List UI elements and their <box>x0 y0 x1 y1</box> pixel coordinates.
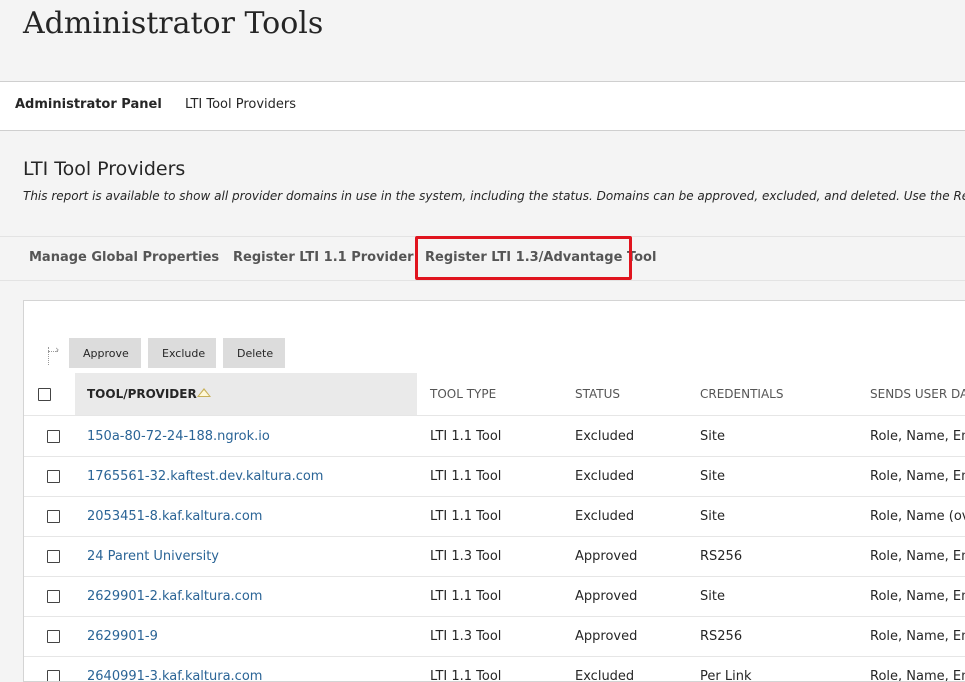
exclude-button[interactable]: Exclude <box>148 338 216 368</box>
provider-link[interactable]: 2640991-3.kaf.kaltura.com <box>87 669 262 681</box>
register-lti-13-advantage-tool-button[interactable]: Register LTI 1.3/Advantage Tool <box>425 250 656 265</box>
status-cell: Excluded <box>575 669 635 682</box>
provider-link[interactable]: 1765561-32.kaftest.dev.kaltura.com <box>87 469 323 484</box>
tool-type-cell: LTI 1.3 Tool <box>430 549 502 564</box>
tool-type-cell: LTI 1.3 Tool <box>430 629 502 644</box>
tool-type-cell: LTI 1.1 Tool <box>430 429 502 444</box>
column-header-credentials[interactable]: CREDENTIALS <box>700 387 783 401</box>
credentials-cell: Site <box>700 469 725 484</box>
credentials-cell: RS256 <box>700 549 743 564</box>
provider-link[interactable]: 24 Parent University <box>87 549 219 564</box>
sort-ascending-icon <box>197 388 211 397</box>
table-row: 1765561-32.kaftest.dev.kaltura.com LTI 1… <box>24 456 965 497</box>
status-cell: Approved <box>575 629 638 644</box>
tool-type-cell: LTI 1.1 Tool <box>430 669 502 682</box>
credentials-cell: Per Link <box>700 669 752 682</box>
status-cell: Excluded <box>575 469 635 484</box>
breadcrumb-current: LTI Tool Providers <box>185 97 297 112</box>
status-cell: Excluded <box>575 509 635 524</box>
section-description: This report is available to show all pro… <box>23 189 965 203</box>
manage-global-properties-button[interactable]: Manage Global Properties <box>29 250 219 265</box>
table-row: 24 Parent University LTI 1.3 Tool Approv… <box>24 536 965 577</box>
credentials-cell: Site <box>700 509 725 524</box>
sends-user-data-cell: Role, Name, Em <box>870 669 965 682</box>
credentials-cell: Site <box>700 429 725 444</box>
credentials-cell: RS256 <box>700 629 743 644</box>
providers-panel: › Approve Exclude Delete TOOL/PROVIDER T… <box>23 300 965 682</box>
table-row: 2629901-9 LTI 1.3 Tool Approved RS256 Ro… <box>24 616 965 657</box>
sends-user-data-cell: Role, Name, Em <box>870 469 965 484</box>
column-header-tool-provider[interactable]: TOOL/PROVIDER <box>75 373 417 415</box>
table-row: 2629901-2.kaf.kaltura.com LTI 1.1 Tool A… <box>24 576 965 617</box>
bulk-action-arrow-icon: › <box>44 343 62 367</box>
provider-link[interactable]: 2053451-8.kaf.kaltura.com <box>87 509 262 524</box>
approve-button[interactable]: Approve <box>69 338 141 368</box>
provider-link[interactable]: 2629901-9 <box>87 629 158 644</box>
action-bar: Manage Global Properties Register LTI 1.… <box>0 236 965 281</box>
table-row: 2640991-3.kaf.kaltura.com LTI 1.1 Tool E… <box>24 656 965 682</box>
sends-user-data-cell: Role, Name, Em <box>870 589 965 604</box>
provider-link[interactable]: 2629901-2.kaf.kaltura.com <box>87 589 262 604</box>
row-checkbox[interactable] <box>47 670 60 681</box>
table-row: 2053451-8.kaf.kaltura.com LTI 1.1 Tool E… <box>24 496 965 537</box>
delete-button[interactable]: Delete <box>223 338 285 368</box>
row-checkbox[interactable] <box>47 430 60 443</box>
tool-type-cell: LTI 1.1 Tool <box>430 469 502 484</box>
status-cell: Approved <box>575 589 638 604</box>
row-checkbox[interactable] <box>47 550 60 563</box>
credentials-cell: Site <box>700 589 725 604</box>
page-title: Administrator Tools <box>23 6 324 41</box>
breadcrumb-administrator-panel[interactable]: Administrator Panel <box>15 97 162 112</box>
section-title: LTI Tool Providers <box>23 158 186 180</box>
title-bar: Administrator Tools <box>0 0 965 82</box>
select-all-checkbox[interactable] <box>38 388 51 401</box>
column-header-tool-type[interactable]: TOOL TYPE <box>430 387 496 401</box>
status-cell: Approved <box>575 549 638 564</box>
table-row: 150a-80-72-24-188.ngrok.io LTI 1.1 Tool … <box>24 416 965 457</box>
sends-user-data-cell: Role, Name, Em <box>870 429 965 444</box>
sends-user-data-cell: Role, Name, Em <box>870 549 965 564</box>
provider-link[interactable]: 150a-80-72-24-188.ngrok.io <box>87 429 270 444</box>
tool-type-cell: LTI 1.1 Tool <box>430 589 502 604</box>
register-lti-11-provider-button[interactable]: Register LTI 1.1 Provider <box>233 250 414 265</box>
row-checkbox[interactable] <box>47 470 60 483</box>
sends-user-data-cell: Role, Name, Em <box>870 629 965 644</box>
row-checkbox[interactable] <box>47 510 60 523</box>
table-header: TOOL/PROVIDER TOOL TYPE STATUS CREDENTIA… <box>24 373 965 416</box>
row-checkbox[interactable] <box>47 590 60 603</box>
status-cell: Excluded <box>575 429 635 444</box>
breadcrumb: Administrator Panel LTI Tool Providers <box>0 82 965 131</box>
column-header-status[interactable]: STATUS <box>575 387 620 401</box>
sends-user-data-cell: Role, Name (ove <box>870 509 965 524</box>
row-checkbox[interactable] <box>47 630 60 643</box>
column-header-label: TOOL/PROVIDER <box>87 387 197 401</box>
tool-type-cell: LTI 1.1 Tool <box>430 509 502 524</box>
column-header-sends-user-data[interactable]: SENDS USER DA <box>870 387 965 401</box>
